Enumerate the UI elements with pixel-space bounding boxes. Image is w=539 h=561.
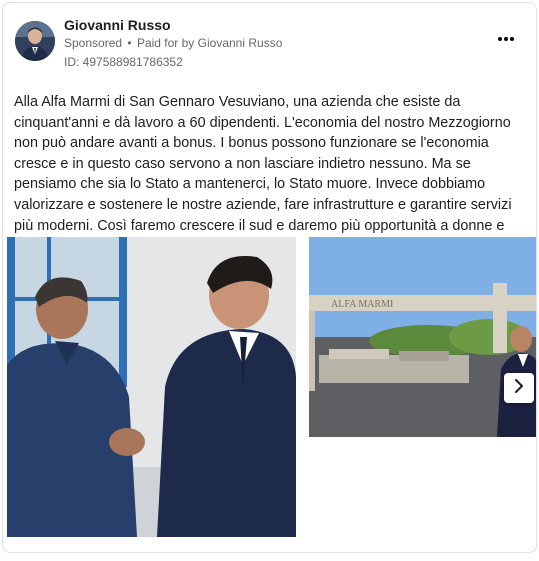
post-image-2[interactable]: ALFA MARMI: [309, 237, 536, 437]
gate-sign: ALFA MARMI: [331, 299, 393, 310]
carousel-next-button[interactable]: [504, 373, 534, 403]
more-options-button[interactable]: [496, 29, 516, 49]
paid-for-prefix: Paid for by: [136, 36, 195, 50]
post-text: Alla Alfa Marmi di San Gennaro Vesuviano…: [14, 94, 512, 254]
chevron-right-icon: [513, 378, 525, 398]
ad-id: ID: 497588981786352: [64, 55, 183, 69]
avatar[interactable]: [15, 21, 55, 61]
separator: •: [127, 36, 132, 50]
ad-card: Giovanni Russo Sponsored • Paid for by G…: [2, 2, 537, 553]
paid-for-name: Giovanni Russo: [197, 36, 283, 50]
sponsored-line: Sponsored • Paid for by Giovanni Russo: [64, 36, 282, 50]
author-name[interactable]: Giovanni Russo: [64, 17, 171, 33]
more-horizontal-icon: [497, 37, 515, 41]
post-image-1[interactable]: [7, 237, 296, 537]
sponsored-label[interactable]: Sponsored: [64, 36, 122, 50]
